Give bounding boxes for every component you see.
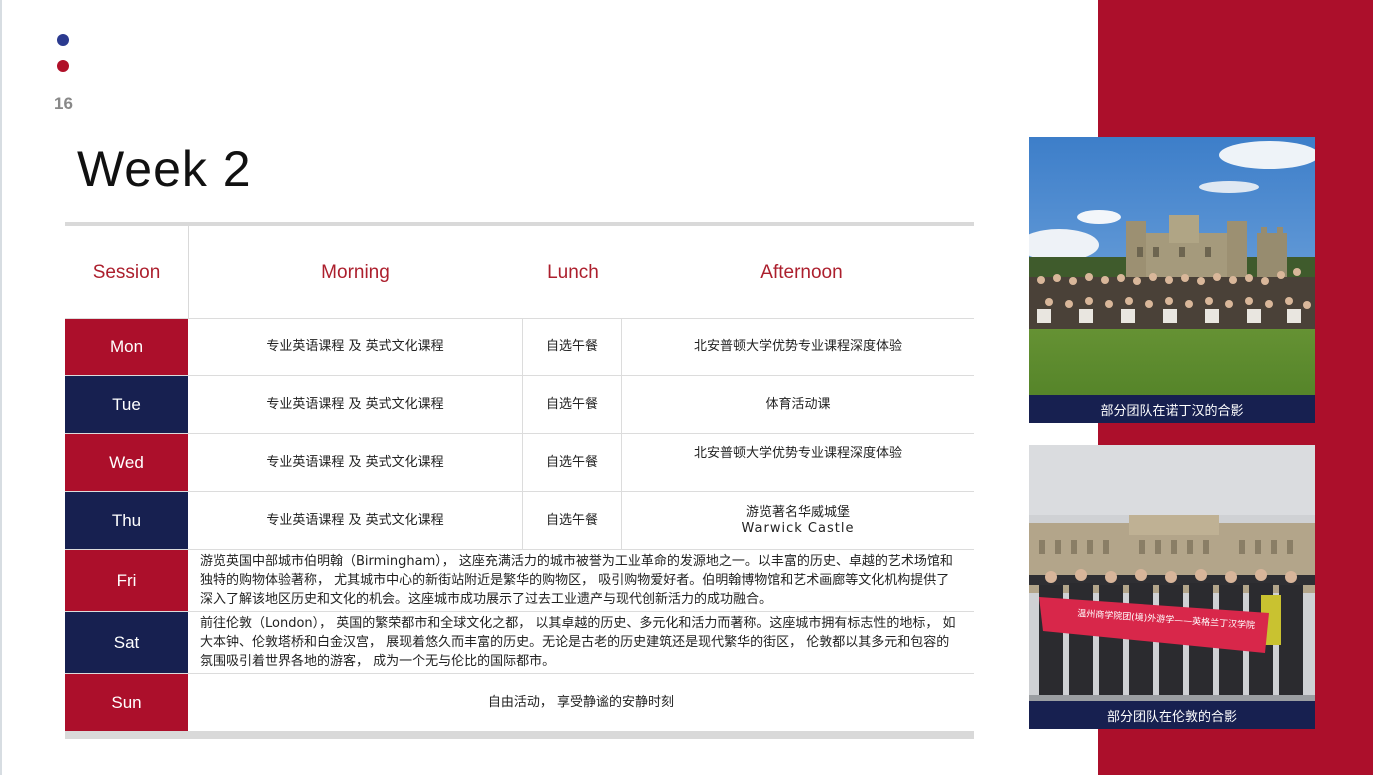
day-label: Wed	[65, 434, 188, 491]
afternoon-cell: 北安普顿大学优势专业课程深度体验	[693, 446, 902, 461]
table-row-sat: Sat 前往伦敦（London）， 英国的繁荣都市和全球文化之都， 以其卓越的历…	[65, 611, 974, 673]
group-photo-image	[1029, 137, 1315, 423]
photo-caption: 部分团队在诺丁汉的合影	[1029, 395, 1315, 423]
afternoon-cell: 游览著名华威城堡 Warwick Castle	[622, 492, 974, 549]
day-label: Thu	[65, 492, 188, 549]
page-title: Week 2	[77, 141, 252, 197]
afternoon-line-1: 游览著名华威城堡	[745, 504, 850, 520]
full-day-cell: 游览英国中部城市伯明翰（Birmingham）， 这座充满活力的城市被誉为工业革…	[200, 554, 953, 607]
day-label: Sun	[65, 674, 188, 731]
morning-cell: 专业英语课程 及 英式文化课程	[188, 319, 523, 375]
lunch-cell: 自选午餐	[523, 319, 622, 375]
afternoon-line-2: Warwick Castle	[741, 520, 855, 536]
table-row-tue: Tue 专业英语课程 及 英式文化课程 自选午餐 体育活动课	[65, 375, 974, 433]
day-label: Fri	[65, 550, 188, 611]
full-day-cell: 前往伦敦（London）， 英国的繁荣都市和全球文化之都， 以其卓越的历史、多元…	[200, 616, 956, 669]
header-session: Session	[92, 262, 161, 283]
group-photo-image: 温州商学院团(境)外游学——英格兰丁汉学院	[1029, 445, 1315, 729]
photo-caption: 部分团队在伦敦的合影	[1029, 701, 1315, 729]
table-bottom-rule	[65, 731, 974, 739]
table-row-sun: Sun 自由活动， 享受静谧的安静时刻	[65, 673, 974, 731]
table-row-thu: Thu 专业英语课程 及 英式文化课程 自选午餐 游览著名华威城堡 Warwic…	[65, 491, 974, 549]
lunch-cell: 自选午餐	[523, 492, 622, 549]
left-edge-line	[0, 0, 2, 775]
table-row-fri: Fri 游览英国中部城市伯明翰（Birmingham）， 这座充满活力的城市被誉…	[65, 549, 974, 611]
full-day-cell: 自由活动， 享受静谧的安静时刻	[487, 694, 675, 710]
header-morning: Morning	[321, 262, 390, 283]
page-number: 16	[54, 94, 73, 113]
photo-london-group: 温州商学院团(境)外游学——英格兰丁汉学院 部分团队在伦敦的合影	[1029, 445, 1315, 729]
day-label: Sat	[65, 612, 188, 673]
morning-cell: 专业英语课程 及 英式文化课程	[188, 434, 523, 491]
day-label: Tue	[65, 376, 188, 433]
photo-nottingham-group: 部分团队在诺丁汉的合影	[1029, 137, 1315, 423]
header-lunch: Lunch	[547, 262, 599, 283]
header-afternoon: Afternoon	[760, 262, 843, 283]
table-row-wed: Wed 专业英语课程 及 英式文化课程 自选午餐 北安普顿大学优势专业课程深度体…	[65, 433, 974, 491]
table-top-rule	[65, 222, 974, 226]
afternoon-cell: 体育活动课	[765, 396, 831, 412]
day-label: Mon	[65, 319, 188, 375]
afternoon-cell: 北安普顿大学优势专业课程深度体验	[693, 339, 902, 354]
morning-cell: 专业英语课程 及 英式文化课程	[188, 376, 523, 433]
lunch-cell: 自选午餐	[523, 434, 622, 491]
table-row-mon: Mon 专业英语课程 及 英式文化课程 自选午餐 北安普顿大学优势专业课程深度体…	[65, 318, 974, 375]
morning-cell: 专业英语课程 及 英式文化课程	[188, 492, 523, 549]
blue-dot-icon	[57, 34, 69, 46]
red-dot-icon	[57, 60, 69, 72]
lunch-cell: 自选午餐	[523, 376, 622, 433]
